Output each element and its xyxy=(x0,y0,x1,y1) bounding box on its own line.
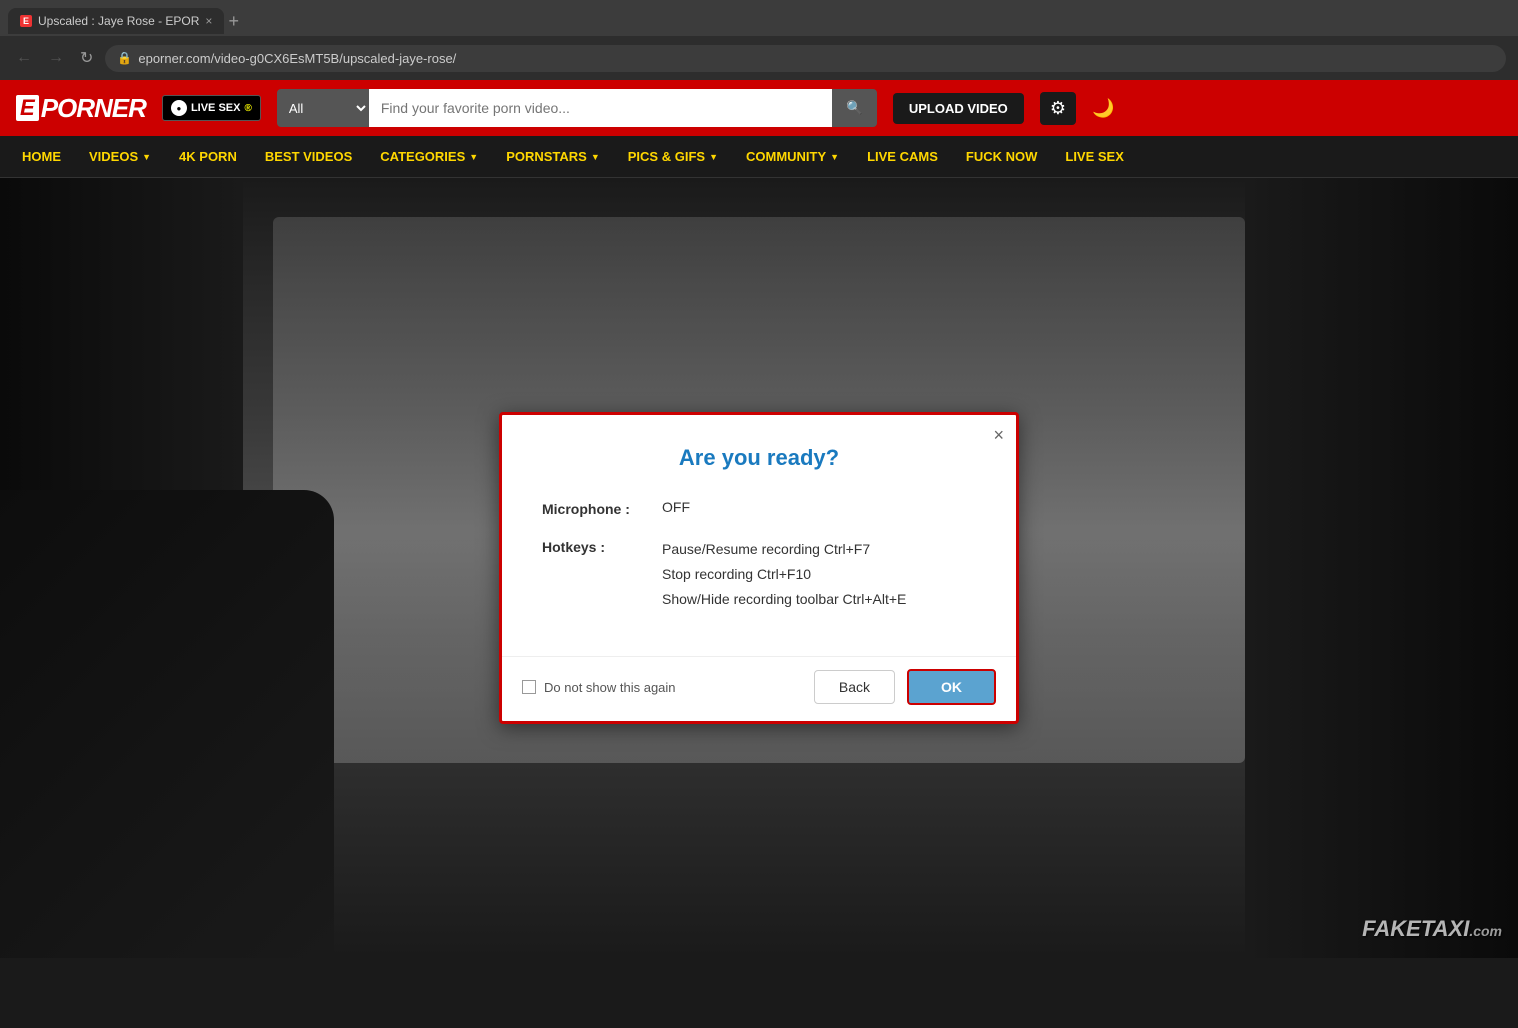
nav-label-home: HOME xyxy=(22,149,61,164)
site-logo[interactable]: E PORNER xyxy=(16,93,146,124)
record-icon: ● xyxy=(171,100,187,116)
nav-arrow-categories: ▼ xyxy=(469,152,478,162)
nav-label-categories: CATEGORIES xyxy=(380,149,465,164)
refresh-button[interactable]: ↻ xyxy=(76,44,97,72)
search-type-select[interactable]: All Videos Pornstars xyxy=(277,89,369,127)
nav-item-community[interactable]: COMMUNITY ▼ xyxy=(732,136,853,177)
search-input[interactable] xyxy=(369,89,832,127)
nav-bar: HOME VIDEOS ▼ 4K PORN BEST VIDEOS CATEGO… xyxy=(0,136,1518,178)
forward-button[interactable]: → xyxy=(44,45,68,71)
nav-label-videos: VIDEOS xyxy=(89,149,138,164)
microphone-row: Microphone : OFF xyxy=(542,499,976,517)
site-header: E PORNER ● LIVE SEX ® All Videos Pornsta… xyxy=(0,80,1518,136)
address-bar: ← → ↻ 🔒 eporner.com/video-g0CX6EsMT5B/up… xyxy=(0,36,1518,80)
nav-arrow-pornstars: ▼ xyxy=(591,152,600,162)
nav-label-best-videos: BEST VIDEOS xyxy=(265,149,352,164)
ok-button[interactable]: OK xyxy=(907,669,996,705)
hotkeys-row: Hotkeys : Pause/Resume recording Ctrl+F7… xyxy=(542,537,976,613)
search-container: All Videos Pornstars 🔍 xyxy=(277,89,877,127)
lock-icon: 🔒 xyxy=(117,51,132,65)
hotkey-1: Pause/Resume recording Ctrl+F7 xyxy=(662,541,870,557)
tab-favicon: E xyxy=(20,15,32,27)
hotkey-3: Show/Hide recording toolbar Ctrl+Alt+E xyxy=(662,591,906,607)
nav-item-best-videos[interactable]: BEST VIDEOS xyxy=(251,136,366,177)
hotkeys-label: Hotkeys : xyxy=(542,537,662,555)
nav-item-videos[interactable]: VIDEOS ▼ xyxy=(75,136,165,177)
nav-label-pornstars: PORNSTARS xyxy=(506,149,587,164)
address-input[interactable]: 🔒 eporner.com/video-g0CX6EsMT5B/upscaled… xyxy=(105,45,1506,72)
logo-e: E xyxy=(16,95,39,121)
dialog-footer: Do not show this again Back OK xyxy=(502,656,1016,721)
close-tab-button[interactable]: × xyxy=(205,14,212,28)
hotkey-2: Stop recording Ctrl+F10 xyxy=(662,566,811,582)
address-text: eporner.com/video-g0CX6EsMT5B/upscaled-j… xyxy=(138,51,456,66)
nav-item-live-sex[interactable]: LIVE SEX xyxy=(1051,136,1138,177)
checkbox-area: Do not show this again xyxy=(522,680,802,695)
nav-label-community: COMMUNITY xyxy=(746,149,826,164)
nav-label-live-sex: LIVE SEX xyxy=(1065,149,1124,164)
nav-arrow-community: ▼ xyxy=(830,152,839,162)
nav-arrow-pics-gifs: ▼ xyxy=(709,152,718,162)
video-area: FAKETAXI.com × Are you ready? Microphone… xyxy=(0,178,1518,958)
nav-label-pics-gifs: PICS & GIFS xyxy=(628,149,705,164)
nav-item-pics-gifs[interactable]: PICS & GIFS ▼ xyxy=(614,136,732,177)
active-tab[interactable]: E Upscaled : Jaye Rose - EPOR × xyxy=(8,8,224,34)
do-not-show-label: Do not show this again xyxy=(544,680,676,695)
tab-title: Upscaled : Jaye Rose - EPOR xyxy=(38,14,199,28)
live-sex-superscript: ® xyxy=(244,103,251,114)
nav-item-fuck-now[interactable]: FUCK NOW xyxy=(952,136,1052,177)
dialog-title: Are you ready? xyxy=(542,445,976,471)
nav-item-home[interactable]: HOME xyxy=(8,136,75,177)
dark-mode-button[interactable]: 🌙 xyxy=(1092,98,1114,119)
dialog-close-button[interactable]: × xyxy=(993,425,1004,446)
dialog-body: Are you ready? Microphone : OFF Hotkeys … xyxy=(502,415,1016,657)
logo-text: PORNER xyxy=(41,93,146,124)
microphone-value: OFF xyxy=(662,499,690,515)
new-tab-button[interactable]: + xyxy=(228,11,239,32)
ready-dialog: × Are you ready? Microphone : OFF Hotkey… xyxy=(499,412,1019,725)
tab-bar: E Upscaled : Jaye Rose - EPOR × + xyxy=(0,0,1518,36)
browser-chrome: E Upscaled : Jaye Rose - EPOR × + ← → ↻ … xyxy=(0,0,1518,80)
settings-icon[interactable]: ⚙ xyxy=(1040,92,1076,125)
nav-item-categories[interactable]: CATEGORIES ▼ xyxy=(366,136,492,177)
dialog-overlay: × Are you ready? Microphone : OFF Hotkey… xyxy=(0,178,1518,958)
hotkeys-value: Pause/Resume recording Ctrl+F7 Stop reco… xyxy=(662,537,906,613)
live-sex-label: LIVE SEX xyxy=(191,102,241,114)
nav-item-live-cams[interactable]: LIVE CAMS xyxy=(853,136,952,177)
nav-label-fuck-now: FUCK NOW xyxy=(966,149,1038,164)
nav-label-live-cams: LIVE CAMS xyxy=(867,149,938,164)
nav-item-4kporn[interactable]: 4K PORN xyxy=(165,136,251,177)
upload-video-button[interactable]: UPLOAD VIDEO xyxy=(893,93,1024,124)
microphone-label: Microphone : xyxy=(542,499,662,517)
do-not-show-checkbox[interactable] xyxy=(522,680,536,694)
nav-label-4kporn: 4K PORN xyxy=(179,149,237,164)
back-button[interactable]: Back xyxy=(814,670,895,704)
live-sex-badge[interactable]: ● LIVE SEX ® xyxy=(162,95,261,121)
nav-item-pornstars[interactable]: PORNSTARS ▼ xyxy=(492,136,614,177)
back-button[interactable]: ← xyxy=(12,45,36,71)
search-button[interactable]: 🔍 xyxy=(832,89,877,127)
nav-arrow-videos: ▼ xyxy=(142,152,151,162)
